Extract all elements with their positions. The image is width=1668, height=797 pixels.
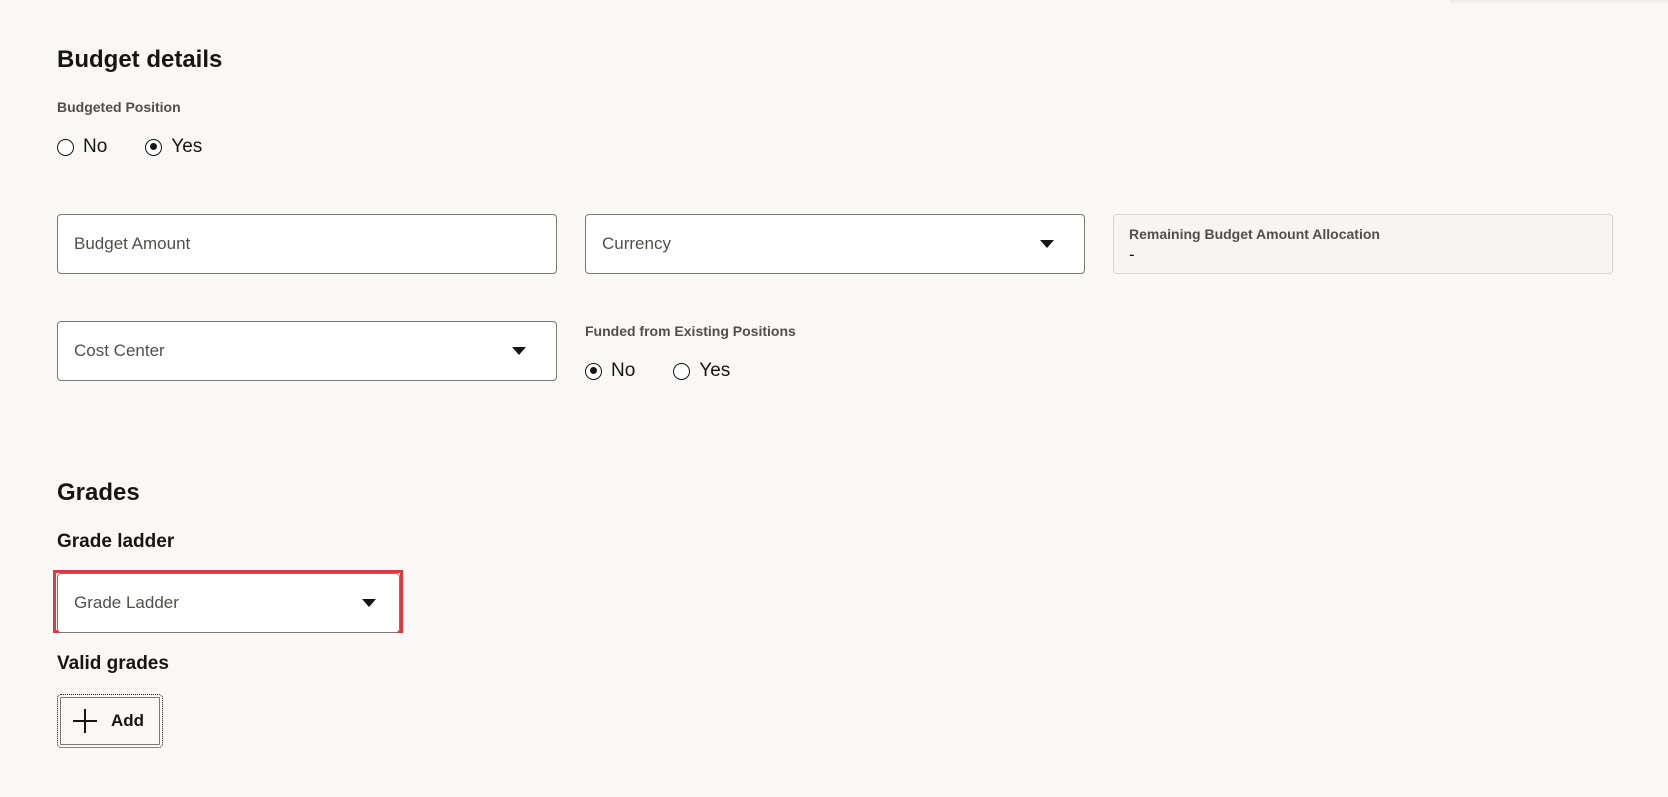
radio-unchecked-icon[interactable] [57, 138, 74, 156]
radio-checked-icon[interactable] [585, 362, 602, 380]
top-shadow [1450, 0, 1668, 4]
grade-ladder-placeholder: Grade Ladder [74, 593, 179, 612]
cost-center-select[interactable]: Cost Center [57, 321, 557, 381]
budget-amount-input[interactable]: Budget Amount [57, 214, 557, 274]
page: Budget details Budgeted Position No Yes … [0, 0, 1668, 797]
funded-from-existing-radio-group: No Yes [585, 359, 730, 383]
currency-placeholder: Currency [602, 234, 671, 253]
remaining-budget-field: Remaining Budget Amount Allocation - [1113, 214, 1613, 274]
budget-details-heading: Budget details [57, 46, 223, 73]
cost-center-placeholder: Cost Center [74, 341, 165, 360]
budget-amount-placeholder: Budget Amount [74, 234, 191, 253]
currency-select[interactable]: Currency [585, 214, 1085, 274]
grade-ladder-select[interactable]: Grade Ladder [57, 573, 400, 633]
budgeted-position-yes-option[interactable]: Yes [145, 136, 202, 158]
plus-icon [73, 709, 97, 733]
chevron-down-icon[interactable] [362, 599, 376, 607]
budgeted-position-label: Budgeted Position [57, 99, 181, 115]
funded-yes-option[interactable]: Yes [673, 360, 730, 382]
radio-unchecked-icon[interactable] [673, 362, 691, 380]
budgeted-position-no-option[interactable]: No [57, 136, 107, 158]
funded-no-option[interactable]: No [585, 360, 635, 382]
remaining-budget-value: - [1129, 245, 1135, 264]
funded-no-label: No [611, 360, 636, 381]
remaining-budget-label: Remaining Budget Amount Allocation [1129, 226, 1380, 242]
radio-checked-icon[interactable] [145, 138, 163, 156]
chevron-down-icon[interactable] [1040, 240, 1054, 248]
valid-grades-heading: Valid grades [57, 653, 169, 674]
budgeted-position-radio-group: No Yes [57, 135, 202, 159]
chevron-down-icon[interactable] [512, 347, 526, 355]
funded-from-existing-label: Funded from Existing Positions [585, 323, 796, 339]
add-valid-grade-button[interactable]: Add [57, 694, 163, 748]
budgeted-position-no-label: No [83, 136, 108, 157]
add-button-label: Add [111, 711, 145, 730]
funded-yes-label: Yes [699, 360, 731, 381]
grade-ladder-heading: Grade ladder [57, 531, 175, 552]
grades-heading: Grades [57, 479, 140, 506]
budgeted-position-yes-label: Yes [171, 136, 203, 157]
